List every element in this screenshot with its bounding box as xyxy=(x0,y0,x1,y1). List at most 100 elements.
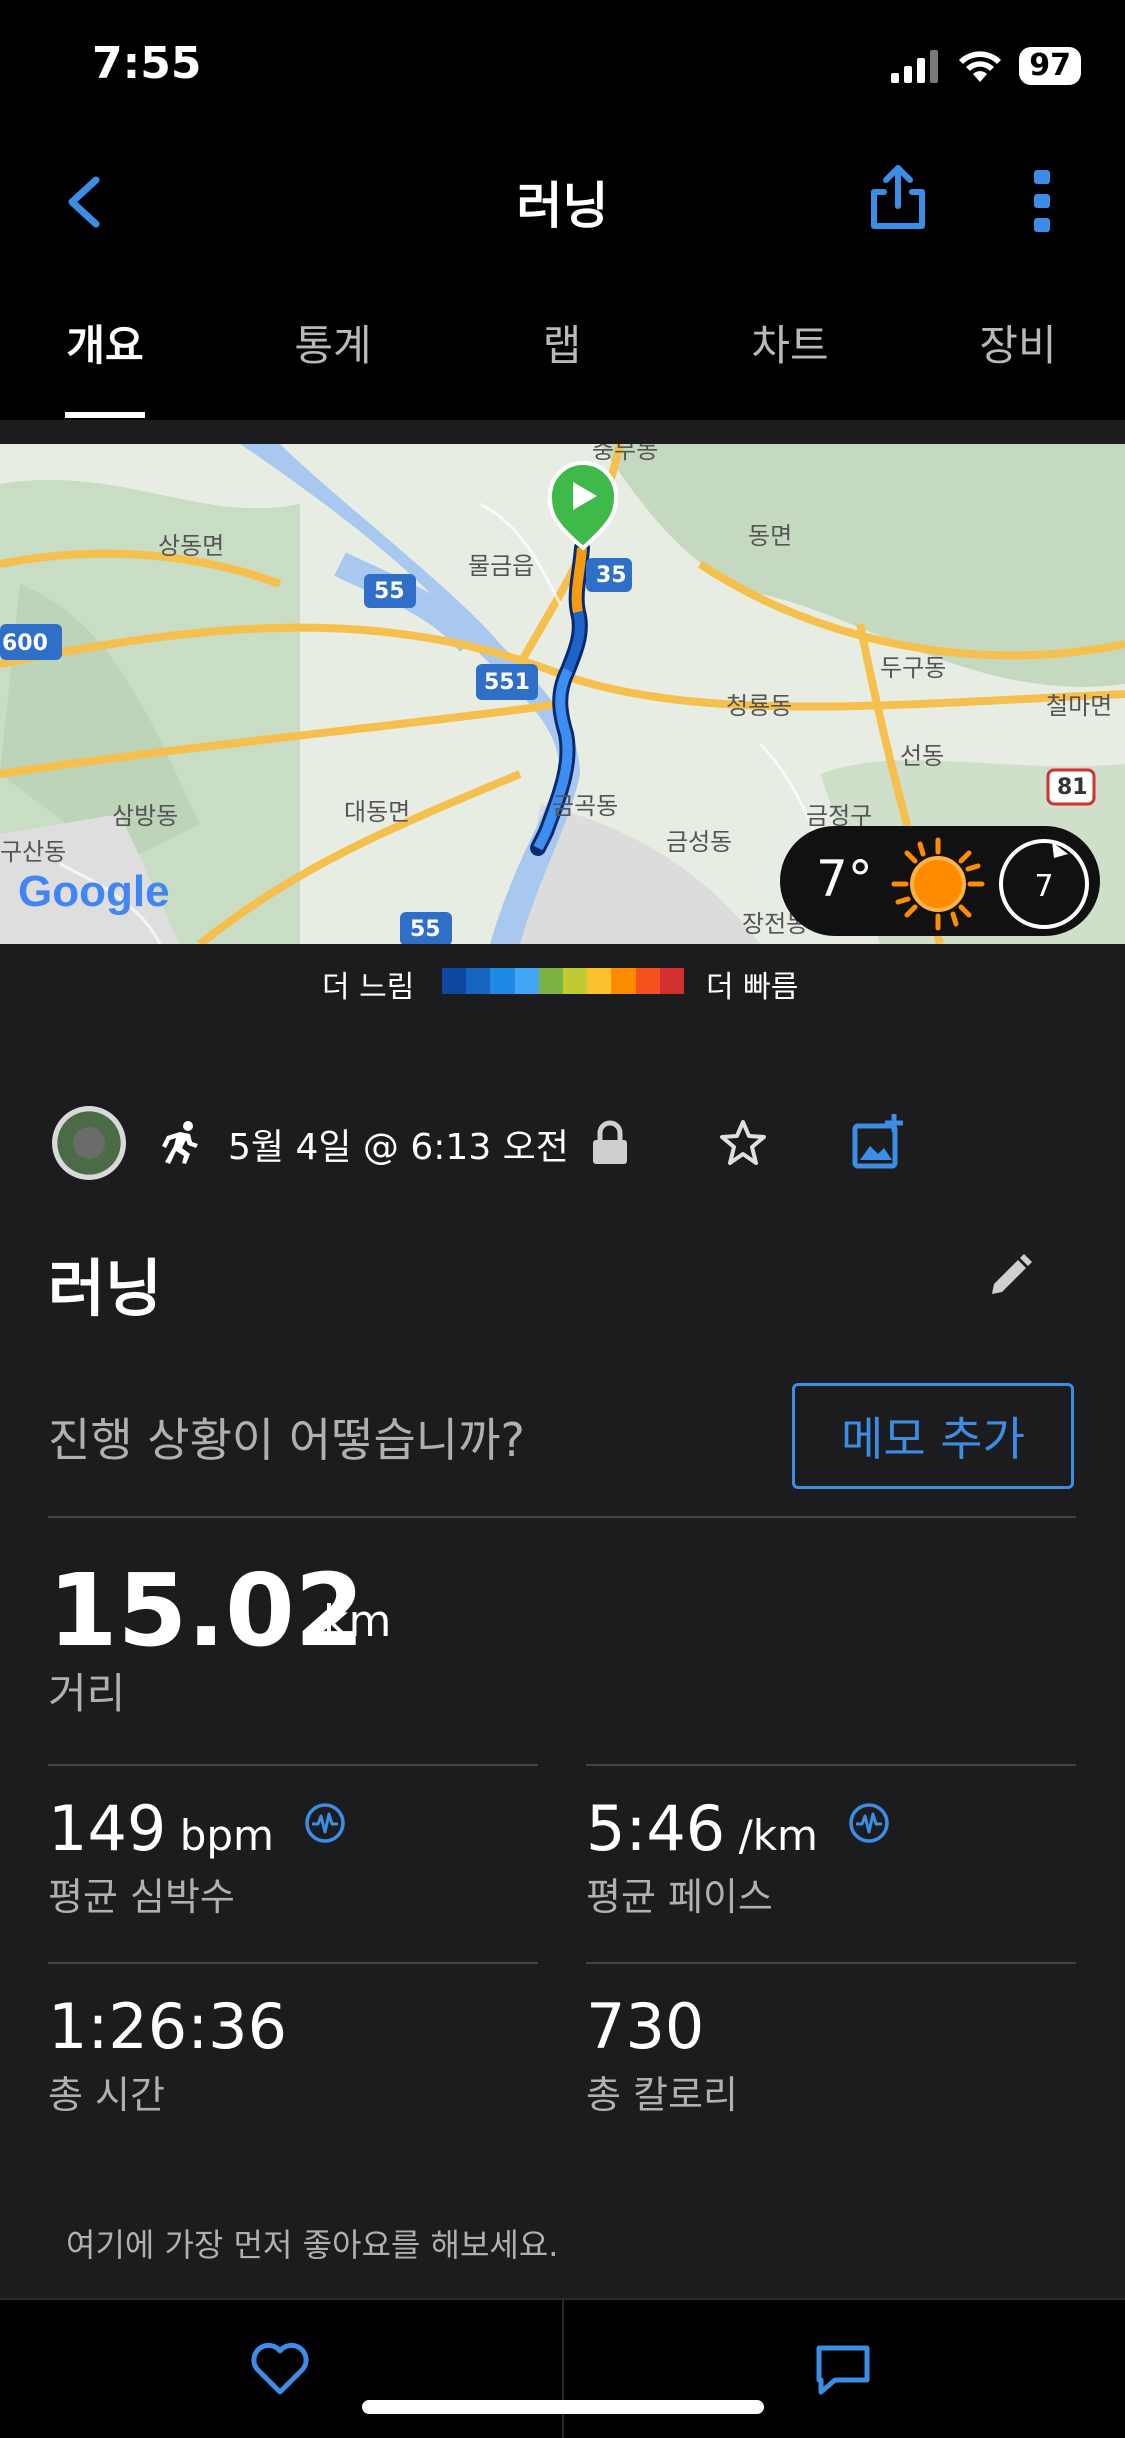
pace-color-swatch xyxy=(611,968,636,994)
edit-pencil-icon[interactable] xyxy=(988,1254,1032,1298)
pace-color-swatch xyxy=(587,968,612,994)
total-time-value: 1:26:36 xyxy=(48,1990,288,2063)
tab-charts[interactable]: 차트 xyxy=(751,312,828,373)
wind-compass-icon: 7 xyxy=(999,839,1089,929)
route-shield: 551 xyxy=(476,664,538,700)
divider xyxy=(48,1516,1076,1518)
tab-laps[interactable]: 랩 xyxy=(543,312,582,373)
activity-title: 러닝 xyxy=(48,1252,163,1325)
comment-button[interactable] xyxy=(815,2342,871,2398)
comment-icon xyxy=(816,2345,870,2395)
divider xyxy=(586,1764,1076,1766)
map-label: 충무동 xyxy=(592,444,658,464)
active-tab-indicator xyxy=(65,412,145,418)
tab-stats[interactable]: 통계 xyxy=(294,312,371,373)
route-shield: 600 xyxy=(0,624,62,660)
distance-label: 거리 xyxy=(48,1669,126,1718)
weather-badge[interactable]: 7° 7 xyxy=(780,826,1100,936)
google-logo: Google xyxy=(18,867,170,916)
svg-text:600: 600 xyxy=(2,631,48,656)
svg-text:81: 81 xyxy=(1057,775,1088,800)
bottom-action-bar xyxy=(0,2298,1125,2438)
divider xyxy=(586,1962,1076,1964)
distance-value: 15.02 xyxy=(48,1552,365,1669)
activity-meta-row: 5월 4일 @ 6:13 오전 xyxy=(0,1100,1125,1190)
heart-rate-sensor-icon xyxy=(304,1803,345,1843)
map-label: 상동면 xyxy=(158,532,224,560)
total-calories-value: 730 xyxy=(586,1990,705,2063)
total-calories-label: 총 칼로리 xyxy=(586,2073,738,2117)
avg-pace-label: 평균 페이스 xyxy=(586,1875,773,1919)
svg-text:35: 35 xyxy=(596,563,627,588)
battery-indicator: 97 xyxy=(1019,47,1081,85)
avg-heart-rate: 149 bpm xyxy=(48,1792,346,1865)
pace-color-swatch xyxy=(514,968,539,994)
like-button[interactable] xyxy=(250,2342,310,2396)
tab-gear[interactable]: 장비 xyxy=(979,312,1056,373)
status-bar: 7:55 97 xyxy=(0,0,1125,132)
share-button[interactable] xyxy=(868,162,928,232)
page-title: 러닝 xyxy=(516,177,609,235)
pace-color-swatch xyxy=(442,968,467,994)
pace-color-swatch xyxy=(659,968,685,994)
avg-heart-rate-label: 평균 심박수 xyxy=(48,1875,235,1919)
map-label: 대동면 xyxy=(344,798,410,826)
notes-prompt[interactable]: 진행 상황이 어떻습니까? xyxy=(48,1404,525,1470)
map-label: 동면 xyxy=(748,522,792,550)
more-vertical-icon xyxy=(1034,170,1050,232)
home-indicator xyxy=(362,2400,764,2414)
running-icon xyxy=(162,1121,198,1164)
wifi-icon xyxy=(959,51,1002,82)
pace-legend: 더 느림 더 빠름 xyxy=(0,958,1125,1008)
route-shield: 55 xyxy=(364,574,416,608)
map-label: 구산동 xyxy=(0,838,66,866)
tab-overview[interactable]: 개요 xyxy=(66,312,143,373)
svg-text:55: 55 xyxy=(374,579,405,604)
svg-text:55: 55 xyxy=(410,917,441,942)
status-time: 7:55 xyxy=(92,38,202,89)
map-label: 청룡동 xyxy=(726,692,792,720)
weather-temperature: 7° xyxy=(816,850,873,908)
signal-icon xyxy=(891,50,939,83)
activity-date: 5월 4일 @ 6:13 오전 xyxy=(228,1127,569,1168)
heart-rate-unit: bpm xyxy=(166,1811,274,1860)
map-label: 철마면 xyxy=(1046,692,1112,720)
status-icons: 97 xyxy=(891,46,1081,86)
route-shield: 81 xyxy=(1046,768,1096,806)
avatar[interactable] xyxy=(52,1106,126,1180)
map-label: 금성동 xyxy=(666,828,732,856)
pace-color-swatch xyxy=(635,968,660,994)
divider xyxy=(48,1764,538,1766)
add-photo-icon[interactable] xyxy=(852,1114,904,1170)
sun-icon xyxy=(891,837,985,931)
star-icon[interactable] xyxy=(718,1118,768,1168)
total-time-label: 총 시간 xyxy=(48,2073,165,2117)
nav-bar: 러닝 xyxy=(0,132,1125,262)
pace-unit: /km xyxy=(725,1811,818,1860)
tab-bar: 개요 통계 랩 차트 장비 xyxy=(0,262,1125,420)
heart-icon xyxy=(251,2342,309,2395)
map-label: 금곡동 xyxy=(552,792,618,820)
pace-color-swatch xyxy=(538,968,564,994)
map-label: 선동 xyxy=(900,742,944,770)
legend-slower-label: 더 느림 xyxy=(322,970,415,1005)
map-label: 삼방동 xyxy=(112,802,178,830)
more-options-button[interactable] xyxy=(1030,168,1054,234)
share-icon xyxy=(871,165,925,229)
heart-rate-value: 149 xyxy=(48,1792,167,1865)
lock-icon[interactable] xyxy=(590,1120,630,1166)
bottom-divider xyxy=(562,2300,564,2438)
add-memo-button[interactable]: 메모 추가 xyxy=(792,1383,1074,1489)
map-label: 두구동 xyxy=(880,654,946,682)
route-shield: 35 xyxy=(586,558,632,592)
wind-speed: 7 xyxy=(1034,869,1053,904)
legend-faster-label: 더 빠름 xyxy=(706,970,799,1005)
map-label: 물금읍 xyxy=(468,552,534,580)
pace-color-swatch xyxy=(563,968,588,994)
svg-text:551: 551 xyxy=(484,670,530,695)
pace-color-swatch xyxy=(466,968,491,994)
like-prompt: 여기에 가장 먼저 좋아요를 해보세요. xyxy=(66,2226,559,2264)
pace-color-swatch xyxy=(490,968,515,994)
distance-unit: km xyxy=(323,1596,392,1647)
avg-pace: 5:46 /km xyxy=(586,1792,890,1865)
